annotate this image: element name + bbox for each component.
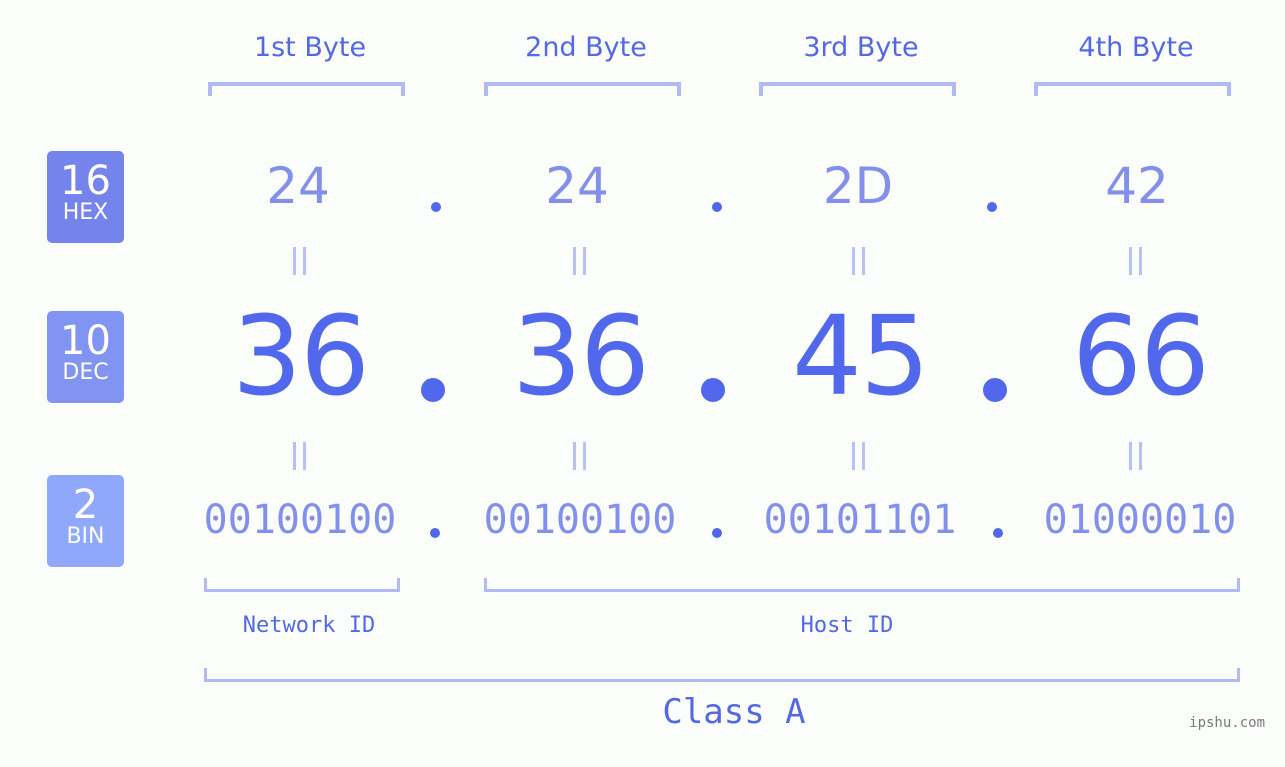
bin-byte-4: 01000010 (1043, 497, 1237, 543)
equals-icon (849, 247, 869, 275)
equals-icon (1126, 247, 1146, 275)
dec-byte-1: 36 (232, 292, 370, 420)
host-id-bracket (484, 578, 1240, 592)
byte-bracket-1 (208, 82, 405, 96)
byte-bracket-3 (759, 82, 956, 96)
bin-byte-1: 00100100 (203, 497, 397, 543)
hex-byte-4: 42 (1105, 157, 1169, 215)
hex-byte-3: 2D (822, 157, 894, 215)
equals-icon (570, 247, 590, 275)
dec-badge: 10 DEC (47, 311, 124, 403)
byte-bracket-4 (1034, 82, 1231, 96)
dec-byte-2: 36 (512, 292, 650, 420)
network-id-label: Network ID (242, 613, 376, 638)
host-id-label: Host ID (800, 613, 894, 638)
hex-byte-1: 24 (266, 157, 330, 215)
bin-dot-3 (993, 528, 1003, 538)
hex-badge: 16 HEX (47, 151, 124, 243)
network-id-bracket (204, 578, 400, 592)
dec-byte-4: 66 (1072, 292, 1210, 420)
equals-icon (570, 442, 590, 470)
class-label: Class A (662, 692, 806, 732)
bin-radix: 2 (72, 482, 99, 528)
bin-dot-1 (430, 528, 440, 538)
byte-label-2: 2nd Byte (525, 32, 647, 63)
equals-icon (1126, 442, 1146, 470)
hex-label: HEX (62, 200, 109, 225)
bin-badge: 2 BIN (47, 475, 124, 567)
dec-dot-3 (983, 378, 1007, 402)
hex-dot-2 (712, 202, 722, 212)
hex-dot-3 (987, 202, 997, 212)
bin-byte-2: 00100100 (483, 497, 677, 543)
hex-dot-1 (431, 202, 441, 212)
dec-dot-2 (701, 378, 725, 402)
equals-icon (849, 442, 869, 470)
byte-label-3: 3rd Byte (803, 32, 919, 63)
dec-dot-1 (421, 378, 445, 402)
dec-byte-3: 45 (792, 292, 930, 420)
watermark: ipshu.com (1189, 715, 1265, 731)
byte-label-1: 1st Byte (253, 32, 367, 63)
class-bracket (204, 668, 1240, 682)
hex-byte-2: 24 (545, 157, 609, 215)
equals-icon (290, 442, 310, 470)
bin-dot-2 (712, 528, 722, 538)
bin-byte-3: 00101101 (763, 497, 957, 543)
equals-icon (290, 247, 310, 275)
hex-radix: 16 (60, 158, 111, 204)
dec-radix: 10 (60, 318, 111, 364)
bin-label: BIN (66, 524, 105, 549)
dec-label: DEC (62, 360, 109, 385)
byte-label-4: 4th Byte (1078, 32, 1194, 63)
byte-bracket-2 (484, 82, 681, 96)
